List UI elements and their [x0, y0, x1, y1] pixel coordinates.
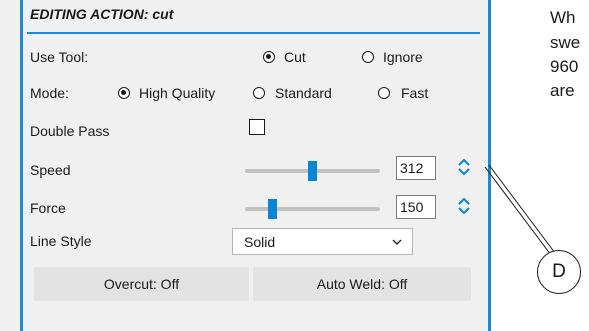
callout-marker-d: D [537, 250, 581, 294]
callout-leader-line [484, 164, 556, 256]
